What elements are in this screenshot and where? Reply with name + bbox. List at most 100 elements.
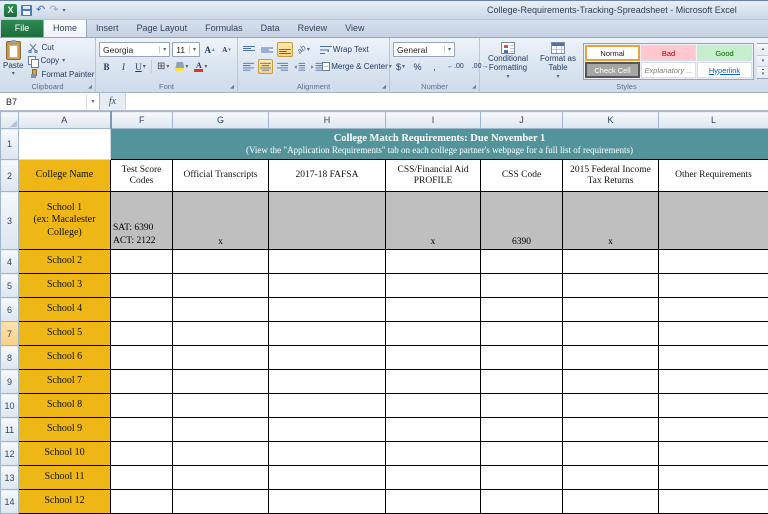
- cell-school1-css-profile[interactable]: x: [386, 192, 481, 250]
- formula-input[interactable]: [126, 93, 768, 110]
- row-header-3[interactable]: 3: [1, 192, 19, 250]
- gallery-more-icon[interactable]: ▾: [757, 67, 768, 78]
- cell-school-6[interactable]: School 6: [19, 346, 111, 370]
- empty-cell[interactable]: [111, 394, 173, 418]
- empty-cell[interactable]: [563, 442, 659, 466]
- accounting-format-button[interactable]: $▾: [393, 59, 408, 74]
- cell-college-name-header[interactable]: College Name: [19, 160, 111, 192]
- empty-cell[interactable]: [563, 250, 659, 274]
- tab-insert[interactable]: Insert: [87, 19, 128, 37]
- save-icon[interactable]: [21, 5, 32, 16]
- cell-school1-test-scores[interactable]: SAT: 6390 ACT: 2122: [111, 192, 173, 250]
- insert-function-button[interactable]: fx: [100, 93, 126, 110]
- empty-cell[interactable]: [481, 346, 563, 370]
- col-header-J[interactable]: J: [481, 112, 563, 129]
- cell-school-3[interactable]: School 3: [19, 274, 111, 298]
- empty-cell[interactable]: [386, 418, 481, 442]
- cell-school1-other[interactable]: [659, 192, 768, 250]
- empty-cell[interactable]: [111, 370, 173, 394]
- row-header-14[interactable]: 14: [1, 490, 19, 514]
- row-header-1[interactable]: 1: [1, 129, 19, 160]
- empty-cell[interactable]: [563, 274, 659, 298]
- empty-cell[interactable]: [659, 274, 768, 298]
- col-header-A[interactable]: A: [19, 112, 111, 129]
- empty-cell[interactable]: [386, 370, 481, 394]
- cell-school-7[interactable]: School 7: [19, 370, 111, 394]
- paste-button[interactable]: Paste ▾: [3, 40, 23, 80]
- empty-cell[interactable]: [481, 298, 563, 322]
- cell-school-8[interactable]: School 8: [19, 394, 111, 418]
- middle-align-button[interactable]: [259, 42, 275, 57]
- empty-cell[interactable]: [111, 322, 173, 346]
- row-header-4[interactable]: 4: [1, 250, 19, 274]
- empty-cell[interactable]: [563, 394, 659, 418]
- empty-cell[interactable]: [659, 370, 768, 394]
- empty-cell[interactable]: [269, 370, 386, 394]
- tab-home[interactable]: Home: [43, 19, 87, 37]
- empty-cell[interactable]: [481, 394, 563, 418]
- empty-cell[interactable]: [386, 490, 481, 514]
- empty-cell[interactable]: [173, 370, 269, 394]
- empty-cell[interactable]: [173, 346, 269, 370]
- empty-cell[interactable]: [659, 442, 768, 466]
- font-color-button[interactable]: A ▾: [192, 59, 209, 74]
- empty-cell[interactable]: [563, 298, 659, 322]
- empty-cell[interactable]: [659, 466, 768, 490]
- alignment-dialog-launcher-icon[interactable]: ◢: [380, 84, 388, 91]
- empty-cell[interactable]: [173, 466, 269, 490]
- redo-icon[interactable]: ↷: [49, 5, 58, 16]
- number-dialog-launcher-icon[interactable]: ◢: [470, 84, 478, 91]
- tab-view[interactable]: View: [336, 19, 373, 37]
- empty-cell[interactable]: [659, 298, 768, 322]
- tab-data[interactable]: Data: [252, 19, 289, 37]
- style-normal[interactable]: Normal: [585, 45, 640, 61]
- grow-font-button[interactable]: A▴: [202, 42, 217, 57]
- empty-cell[interactable]: [563, 346, 659, 370]
- empty-cell[interactable]: [173, 490, 269, 514]
- empty-cell[interactable]: [386, 442, 481, 466]
- empty-cell[interactable]: [173, 274, 269, 298]
- clipboard-dialog-launcher-icon[interactable]: ◢: [86, 84, 94, 91]
- empty-cell[interactable]: [563, 322, 659, 346]
- cell-school-5[interactable]: School 5: [19, 322, 111, 346]
- empty-cell[interactable]: [111, 490, 173, 514]
- tab-review[interactable]: Review: [289, 19, 337, 37]
- cell-school-1[interactable]: School 1 (ex: Macalester College): [19, 192, 111, 250]
- orientation-button[interactable]: ab▾: [295, 42, 312, 57]
- cell-school-9[interactable]: School 9: [19, 418, 111, 442]
- style-explanatory[interactable]: Explanatory ...: [641, 62, 696, 78]
- row-header-9[interactable]: 9: [1, 370, 19, 394]
- empty-cell[interactable]: [269, 466, 386, 490]
- cell-school1-transcripts[interactable]: x: [173, 192, 269, 250]
- increase-decimal-button[interactable]: ←.00: [444, 60, 467, 74]
- empty-cell[interactable]: [563, 418, 659, 442]
- header-other-requirements[interactable]: Other Requirements: [659, 160, 768, 192]
- bold-button[interactable]: B: [99, 59, 114, 74]
- format-painter-button[interactable]: Format Painter: [26, 69, 96, 80]
- cell-school1-css-code[interactable]: 6390: [481, 192, 563, 250]
- header-test-score-codes[interactable]: Test Score Codes: [111, 160, 173, 192]
- header-css-profile[interactable]: CSS/Financial Aid PROFILE: [386, 160, 481, 192]
- col-header-I[interactable]: I: [386, 112, 481, 129]
- percent-style-button[interactable]: %: [410, 59, 425, 74]
- col-header-H[interactable]: H: [269, 112, 386, 129]
- empty-cell[interactable]: [269, 298, 386, 322]
- empty-cell[interactable]: [659, 418, 768, 442]
- empty-cell[interactable]: [659, 322, 768, 346]
- empty-cell[interactable]: [111, 250, 173, 274]
- empty-cell[interactable]: [269, 394, 386, 418]
- cell-A1[interactable]: [19, 129, 111, 160]
- number-format-combobox[interactable]: General ▾: [393, 42, 455, 57]
- font-size-combobox[interactable]: 11 ▾: [172, 42, 200, 57]
- empty-cell[interactable]: [269, 490, 386, 514]
- qat-dropdown-icon[interactable]: ▾: [62, 7, 65, 14]
- empty-cell[interactable]: [111, 418, 173, 442]
- align-right-button[interactable]: [275, 59, 290, 74]
- empty-cell[interactable]: [563, 490, 659, 514]
- cell-school1-tax-returns[interactable]: x: [563, 192, 659, 250]
- style-good[interactable]: Good: [697, 45, 752, 61]
- comma-style-button[interactable]: ,: [427, 59, 442, 74]
- select-all-button[interactable]: [1, 112, 19, 129]
- empty-cell[interactable]: [481, 418, 563, 442]
- row-header-8[interactable]: 8: [1, 346, 19, 370]
